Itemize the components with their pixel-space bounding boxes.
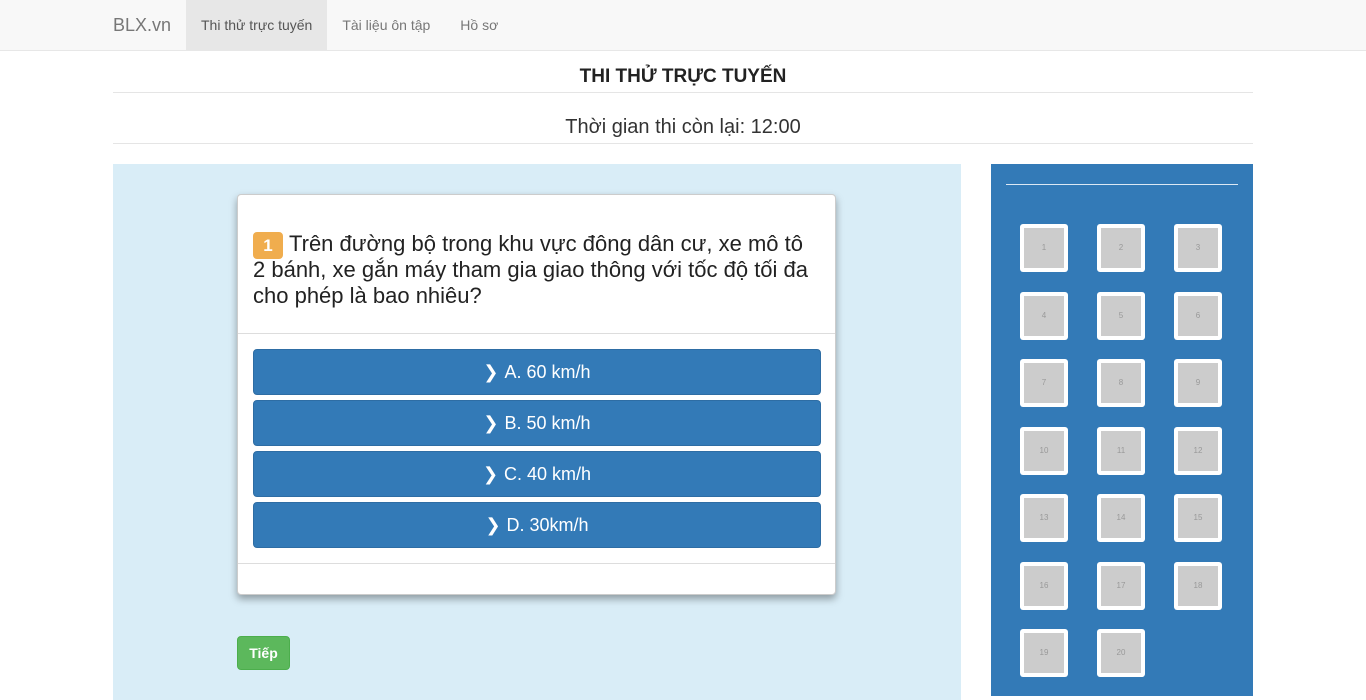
question-nav-number: 9 (1178, 363, 1218, 403)
page-title: THI THỬ TRỰC TUYẾN (113, 60, 1253, 93)
answer-label: A. 60 km/h (504, 362, 591, 382)
question-nav-button[interactable]: 5 (1097, 292, 1145, 340)
question-nav-number: 5 (1101, 296, 1141, 336)
navigator-divider (1006, 184, 1238, 185)
question-nav-button[interactable]: 13 (1020, 494, 1068, 542)
question-nav-button[interactable]: 15 (1174, 494, 1222, 542)
question-nav-number: 8 (1101, 363, 1141, 403)
chevron-right-icon: ❯ (482, 464, 499, 484)
answer-option-c[interactable]: ❯ C. 40 km/h (253, 451, 821, 497)
question-nav-number: 18 (1178, 566, 1218, 606)
question-nav-button[interactable]: 8 (1097, 359, 1145, 407)
answer-option-d[interactable]: ❯ D. 30km/h (253, 502, 821, 548)
question-nav-number: 12 (1178, 431, 1218, 471)
question-nav-number: 17 (1101, 566, 1141, 606)
question-area: Trên đường bộ trong khu vực đông dân cư,… (113, 164, 961, 700)
answer-label: C. 40 km/h (504, 464, 592, 484)
question-nav-button[interactable]: 6 (1174, 292, 1222, 340)
answer-option-a[interactable]: ❯ A. 60 km/h (253, 349, 821, 395)
brand-logo[interactable]: BLX.vn (113, 0, 171, 50)
nav-item-profile[interactable]: Hồ sơ (445, 0, 513, 50)
nav-menu: Thi thử trực tuyến Tài liệu ôn tập Hồ sơ (186, 0, 513, 50)
answer-label: D. 30km/h (506, 515, 589, 535)
question-nav-number: 7 (1024, 363, 1064, 403)
question-nav-number: 4 (1024, 296, 1064, 336)
question-navigator: 1 2 3 4 5 6 7 8 9 10 11 12 13 14 15 16 17 18 19 20 (991, 164, 1253, 696)
question-nav-number: 6 (1178, 296, 1218, 336)
answer-option-b[interactable]: ❯ B. 50 km/h (253, 400, 821, 446)
nav-item-study-materials[interactable]: Tài liệu ôn tập (327, 0, 445, 50)
nav-item-online-test[interactable]: Thi thử trực tuyến (186, 0, 328, 50)
question-card: Trên đường bộ trong khu vực đông dân cư,… (237, 194, 836, 595)
question-nav-number: 10 (1024, 431, 1064, 471)
next-button[interactable]: Tiếp (237, 636, 290, 670)
question-nav-number: 14 (1101, 498, 1141, 538)
question-nav-number: 19 (1024, 633, 1064, 673)
question-nav-button[interactable]: 14 (1097, 494, 1145, 542)
question-nav-number: 13 (1024, 498, 1064, 538)
exam-timer: Thời gian thi còn lại: 12:00 (113, 110, 1253, 144)
question-nav-button[interactable]: 12 (1174, 427, 1222, 475)
chevron-right-icon: ❯ (485, 515, 501, 535)
question-nav-number: 20 (1101, 633, 1141, 673)
question-nav-button[interactable]: 16 (1020, 562, 1068, 610)
navbar: BLX.vn Thi thử trực tuyến Tài liệu ôn tậ… (0, 0, 1366, 51)
question-nav-number: 3 (1178, 228, 1218, 268)
question-nav-number: 1 (1024, 228, 1064, 268)
card-footer-divider (238, 563, 835, 564)
question-nav-button[interactable]: 17 (1097, 562, 1145, 610)
question-nav-button[interactable]: 3 (1174, 224, 1222, 272)
question-nav-button[interactable]: 11 (1097, 427, 1145, 475)
answer-list: ❯ A. 60 km/h ❯ B. 50 km/h ❯ C. 40 km/h ❯ D. … (253, 349, 821, 553)
question-nav-number: 15 (1178, 498, 1218, 538)
question-nav-button[interactable]: 20 (1097, 629, 1145, 677)
question-nav-number: 16 (1024, 566, 1064, 606)
question-nav-button[interactable]: 9 (1174, 359, 1222, 407)
chevron-right-icon: ❯ (483, 362, 499, 382)
answer-label: B. 50 km/h (504, 413, 591, 433)
question-header: Trên đường bộ trong khu vực đông dân cư,… (238, 195, 835, 334)
question-nav-button[interactable]: 2 (1097, 224, 1145, 272)
question-nav-button[interactable]: 10 (1020, 427, 1068, 475)
question-number-badge: 1 (253, 232, 283, 259)
chevron-right-icon: ❯ (483, 413, 499, 433)
question-nav-button[interactable]: 7 (1020, 359, 1068, 407)
question-nav-button[interactable]: 19 (1020, 629, 1068, 677)
question-nav-button[interactable]: 4 (1020, 292, 1068, 340)
question-nav-number: 11 (1101, 431, 1141, 471)
question-nav-number: 2 (1101, 228, 1141, 268)
question-nav-button[interactable]: 1 (1020, 224, 1068, 272)
question-nav-button[interactable]: 18 (1174, 562, 1222, 610)
question-text: Trên đường bộ trong khu vực đông dân cư,… (253, 231, 809, 308)
